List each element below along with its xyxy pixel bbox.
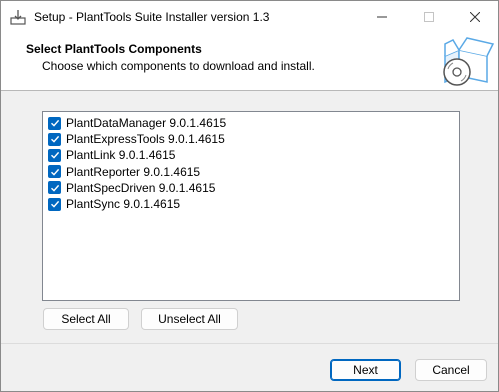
- close-icon: [470, 11, 480, 22]
- component-label: PlantExpressTools 9.0.1.4615: [66, 132, 225, 147]
- maximize-icon: [424, 11, 434, 22]
- minimize-button[interactable]: [359, 1, 405, 32]
- component-label: PlantSync 9.0.1.4615: [66, 197, 181, 211]
- component-label: PlantSpecDriven 9.0.1.4615: [66, 180, 216, 195]
- component-checkbox[interactable]: [48, 197, 61, 211]
- component-checkbox[interactable]: [48, 181, 61, 195]
- window-title: Setup - PlantTools Suite Installer versi…: [34, 10, 270, 24]
- maximize-button: [406, 1, 452, 32]
- checkmark-icon: [50, 136, 59, 143]
- checkmark-icon: [50, 152, 59, 160]
- package-disc-icon: [443, 37, 495, 86]
- component-checkbox[interactable]: [48, 132, 61, 146]
- page-subtitle: Choose which components to download and …: [42, 59, 315, 73]
- next-button[interactable]: Next: [330, 359, 401, 381]
- component-item[interactable]: PlantExpressTools 9.0.1.4615: [48, 131, 225, 147]
- component-checkbox[interactable]: [48, 148, 61, 162]
- component-item[interactable]: PlantSpecDriven 9.0.1.4615: [48, 180, 215, 196]
- cancel-button[interactable]: Cancel: [415, 359, 487, 381]
- setup-app-icon: [10, 10, 26, 25]
- select-all-button[interactable]: Select All: [43, 308, 129, 330]
- component-item[interactable]: PlantLink 9.0.1.4615: [48, 147, 175, 163]
- component-label: PlantLink 9.0.1.4615: [66, 148, 176, 163]
- checkmark-icon: [50, 119, 59, 127]
- component-item[interactable]: PlantDataManager 9.0.1.4615: [48, 115, 226, 131]
- page-title: Select PlantTools Components: [26, 42, 202, 56]
- components-list[interactable]: PlantDataManager 9.0.1.4615 PlantExpressT…: [42, 111, 460, 301]
- installer-window: Setup - PlantTools Suite Installer versi…: [0, 0, 499, 392]
- unselect-all-button[interactable]: Unselect All: [141, 308, 238, 330]
- component-item[interactable]: PlantSync 9.0.1.4615: [48, 196, 180, 212]
- close-button[interactable]: [452, 1, 498, 32]
- component-item[interactable]: PlantReporter 9.0.1.4615: [48, 164, 200, 180]
- checkmark-icon: [50, 200, 59, 208]
- checkmark-icon: [50, 184, 59, 192]
- wizard-header: Select PlantTools Components Choose whic…: [1, 32, 498, 91]
- component-checkbox[interactable]: [48, 116, 61, 130]
- component-label: PlantDataManager 9.0.1.4615: [66, 116, 227, 130]
- footer-divider: [1, 343, 498, 344]
- minimize-icon: [377, 16, 387, 17]
- component-checkbox[interactable]: [48, 165, 61, 179]
- checkmark-icon: [50, 168, 59, 176]
- component-label: PlantReporter 9.0.1.4615: [66, 164, 201, 179]
- title-bar[interactable]: Setup - PlantTools Suite Installer versi…: [1, 1, 498, 32]
